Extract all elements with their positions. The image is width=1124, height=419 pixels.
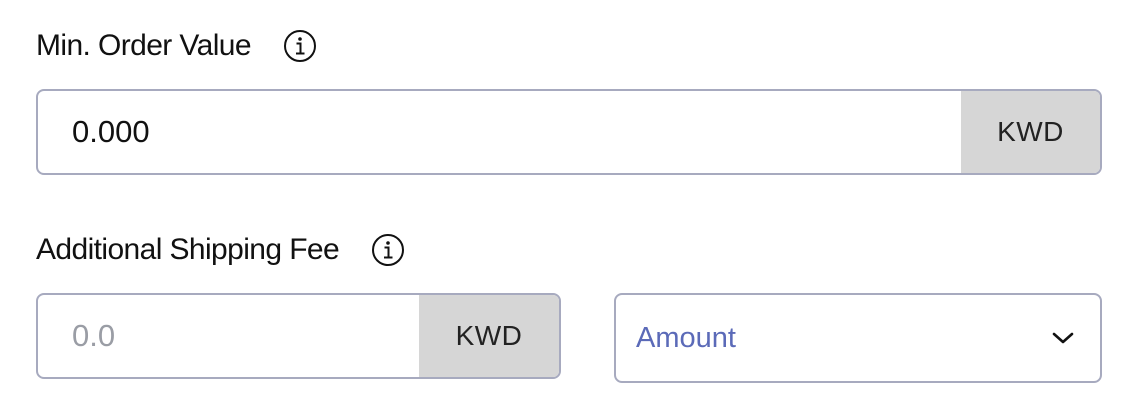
chevron-down-icon <box>1052 331 1074 345</box>
shipping-fee-label-row: Additional Shipping Fee <box>36 228 405 272</box>
info-icon[interactable] <box>371 233 405 267</box>
shipping-fee-label: Additional Shipping Fee <box>36 233 340 266</box>
min-order-label-row: Min. Order Value <box>36 24 317 68</box>
min-order-label: Min. Order Value <box>36 29 252 62</box>
shipping-fee-input[interactable] <box>38 295 419 377</box>
min-order-input-group: KWD <box>36 89 1102 175</box>
min-order-currency-addon: KWD <box>961 91 1100 173</box>
shipping-fee-input-group: KWD <box>36 293 561 379</box>
min-order-input[interactable] <box>38 91 961 173</box>
fee-type-select[interactable]: Amount <box>614 293 1102 383</box>
info-icon[interactable] <box>283 29 317 63</box>
fee-type-selected-value: Amount <box>636 321 736 354</box>
shipping-fee-currency-addon: KWD <box>419 295 559 377</box>
